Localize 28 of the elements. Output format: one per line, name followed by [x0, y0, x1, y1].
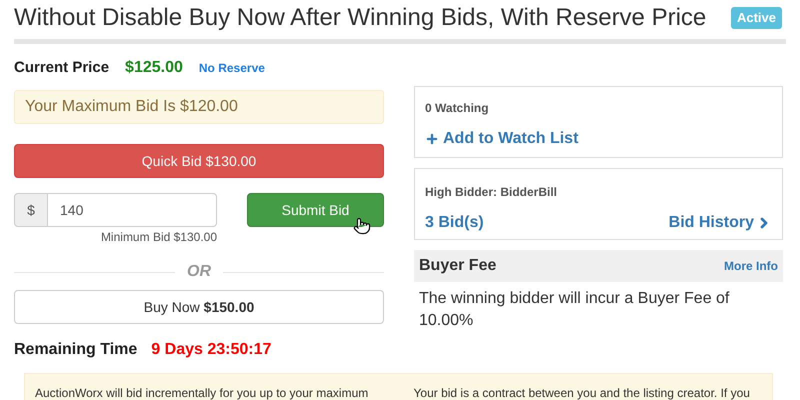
add-to-watch-list-link[interactable]: Add to Watch List: [425, 127, 578, 151]
watching-count: 0 Watching: [425, 100, 490, 117]
minimum-bid-hint: Minimum Bid $130.00: [100, 229, 217, 246]
remaining-time: 9 Days 23:50:17: [151, 340, 272, 360]
current-price-label: Current Price: [14, 58, 110, 78]
buy-now-button[interactable]: Buy Now $150.00: [14, 290, 384, 324]
notice-text: Your bid is a contract between you and the listing creator. If you: [414, 385, 751, 400]
reserve-status: No Reserve: [198, 60, 265, 77]
remaining-time-label: Remaining Time: [14, 340, 138, 360]
quick-bid-button[interactable]: Quick Bid $130.00: [14, 144, 384, 178]
notice-text: AuctionWorx will bid incrementally for you up to your maximum: [35, 385, 370, 400]
bid-history-link[interactable]: Bid History: [668, 211, 772, 235]
submit-bid-button[interactable]: Submit Bid: [247, 193, 384, 227]
high-bidder: High Bidder: BidderBill: [425, 184, 558, 201]
plus-icon: [425, 132, 439, 146]
buyer-fee-title: Buyer Fee: [419, 256, 496, 276]
bid-amount-field[interactable]: 140: [48, 193, 217, 227]
more-info-link[interactable]: More Info: [724, 257, 778, 275]
or-divider-text: OR: [187, 262, 211, 282]
status-badge: Active: [730, 7, 782, 29]
hand-cursor-icon: [353, 215, 371, 237]
current-price: $125.00: [125, 58, 183, 78]
buyer-fee-description: The winning bidder will incur a Buyer Fee of 10.00%: [418, 289, 730, 331]
max-bid-notice: Your Maximum Bid Is $120.00: [14, 90, 384, 124]
bid-count-link[interactable]: 3 Bid(s): [425, 211, 484, 235]
currency-prefix: $: [14, 193, 48, 227]
bid-history-text: Bid History: [668, 213, 754, 233]
page-title: Without Disable Buy Now After Winning Bids, With Reserve Price: [14, 3, 706, 33]
